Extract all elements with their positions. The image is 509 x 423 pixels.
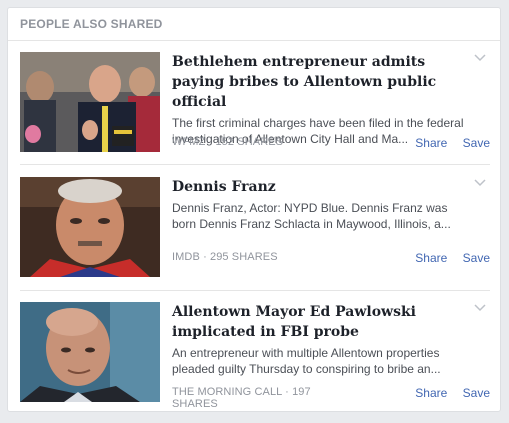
story-title[interactable]: Allentown Mayor Ed Pawlowski implicated … [172, 302, 468, 342]
section-header: PEOPLE ALSO SHARED [8, 8, 500, 41]
story-actions: Share Save [403, 251, 490, 265]
meta-separator: · [203, 251, 207, 263]
story-meta: THE MORNING CALL · 197 SHARES [172, 386, 332, 410]
divider [20, 164, 490, 165]
save-link[interactable]: Save [463, 251, 490, 265]
people-also-shared-card: PEOPLE ALSO SHARED Bethlehem entrepreneu… [7, 7, 501, 412]
share-link[interactable]: Share [415, 386, 447, 400]
meta-separator: · [208, 136, 213, 148]
story-thumbnail[interactable] [20, 52, 160, 152]
story-title[interactable]: Dennis Franz [172, 177, 468, 197]
story-shares: 152 SHARES [215, 136, 284, 148]
chevron-down-icon[interactable] [474, 302, 486, 312]
chevron-down-icon[interactable] [474, 52, 486, 62]
story-thumbnail[interactable] [20, 177, 160, 277]
section-title: PEOPLE ALSO SHARED [20, 17, 163, 31]
story-item[interactable]: Bethlehem entrepreneur admits paying bri… [20, 52, 490, 154]
story-meta: WFMZ · 152 SHARES [172, 136, 332, 148]
story-source: WFMZ [172, 136, 206, 148]
story-actions: Share Save [403, 386, 490, 400]
story-source: IMDB [172, 251, 200, 263]
story-thumbnail[interactable] [20, 302, 160, 402]
story-item[interactable]: Dennis Franz Dennis Franz, Actor: NYPD B… [20, 177, 490, 279]
story-shares: 295 SHARES [209, 251, 278, 263]
story-text: Bethlehem entrepreneur admits paying bri… [172, 52, 468, 147]
story-description: An entrepreneur with multiple Allentown … [172, 346, 441, 376]
story-item[interactable]: Allentown Mayor Ed Pawlowski implicated … [20, 302, 490, 410]
meta-separator: · [285, 386, 289, 398]
story-title[interactable]: Bethlehem entrepreneur admits paying bri… [172, 52, 468, 112]
share-link[interactable]: Share [415, 136, 447, 150]
story-source: THE MORNING CALL [172, 386, 282, 398]
chevron-down-icon[interactable] [474, 177, 486, 187]
share-link[interactable]: Share [415, 251, 447, 265]
story-text: Allentown Mayor Ed Pawlowski implicated … [172, 302, 468, 377]
story-meta: IMDB · 295 SHARES [172, 251, 332, 263]
story-text: Dennis Franz Dennis Franz, Actor: NYPD B… [172, 177, 468, 232]
story-description: Dennis Franz, Actor: NYPD Blue. Dennis F… [172, 201, 451, 231]
save-link[interactable]: Save [463, 386, 490, 400]
story-actions: Share Save [403, 136, 490, 150]
save-link[interactable]: Save [463, 136, 490, 150]
divider [20, 290, 490, 291]
